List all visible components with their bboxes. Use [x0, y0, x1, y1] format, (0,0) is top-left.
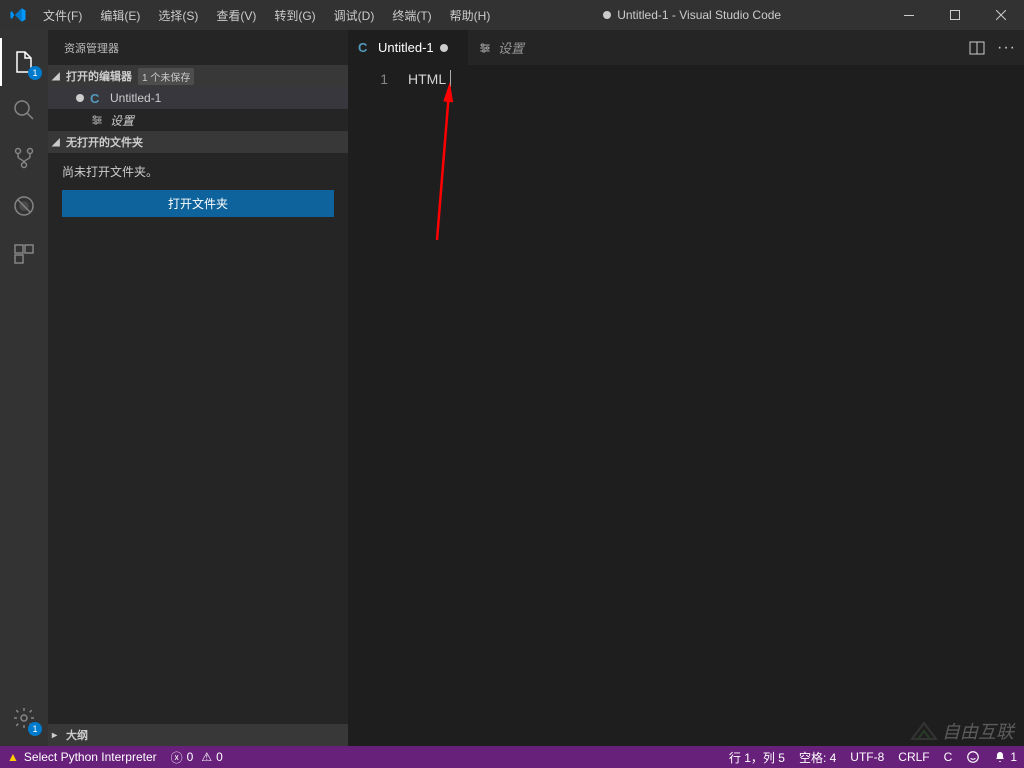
status-cursor[interactable]: 行 1，列 5	[722, 746, 792, 768]
close-button[interactable]	[978, 0, 1024, 30]
open-editors-label: 打开的编辑器	[66, 68, 132, 84]
status-encoding[interactable]: UTF-8	[843, 746, 891, 768]
error-icon: ⓧ	[171, 749, 183, 766]
status-problems[interactable]: ⓧ 0 ⚠ 0	[164, 746, 230, 768]
split-editor-icon[interactable]	[969, 40, 985, 56]
vscode-logo-icon	[0, 6, 35, 24]
activity-extensions[interactable]	[0, 230, 48, 278]
open-editors-header[interactable]: ◢ 打开的编辑器 1 个未保存	[48, 65, 348, 87]
warning-icon: ⚠	[201, 750, 212, 764]
menu-edit[interactable]: 编辑(E)	[92, 3, 148, 28]
menu-file[interactable]: 文件(F)	[35, 3, 90, 28]
c-file-icon: C	[90, 91, 104, 106]
open-editor-item[interactable]: 设置	[48, 109, 348, 131]
status-interpreter-label: Select Python Interpreter	[24, 750, 157, 764]
menu-help[interactable]: 帮助(H)	[442, 3, 499, 28]
settings-icon	[90, 113, 104, 127]
error-count: 0	[187, 750, 194, 764]
tab-untitled[interactable]: C Untitled-1	[348, 30, 468, 65]
status-feedback[interactable]	[959, 746, 987, 768]
no-folder-message: 尚未打开文件夹。	[62, 163, 334, 180]
activity-explorer[interactable]: 1	[0, 38, 48, 86]
sidebar-title: 资源管理器	[48, 30, 348, 65]
tab-label: Untitled-1	[378, 40, 434, 55]
chevron-down-icon: ◢	[52, 71, 64, 82]
chevron-down-icon: ◢	[52, 137, 64, 148]
window-controls	[886, 0, 1024, 30]
settings-icon	[478, 41, 492, 55]
activity-bar: 1 1	[0, 30, 48, 746]
status-spaces[interactable]: 空格: 4	[792, 746, 843, 768]
explorer-badge: 1	[28, 66, 42, 80]
line-gutter: 1	[348, 65, 408, 746]
file-name: 设置	[110, 112, 134, 129]
warning-icon: ▲	[7, 750, 19, 764]
window-title-text: Untitled-1 - Visual Studio Code	[617, 8, 781, 22]
outline-header[interactable]: ▸ 大纲	[48, 724, 348, 746]
activity-settings[interactable]: 1	[0, 694, 48, 742]
file-name: Untitled-1	[110, 91, 161, 105]
chevron-right-icon: ▸	[52, 730, 64, 741]
menu-view[interactable]: 查看(V)	[208, 3, 264, 28]
c-file-icon: C	[358, 40, 372, 55]
statusbar: ▲ Select Python Interpreter ⓧ 0 ⚠ 0 行 1，列 …	[0, 746, 1024, 768]
notification-count: 1	[1010, 750, 1017, 764]
tab-bar: C Untitled-1 设置 ···	[348, 30, 1024, 65]
watermark: 自由互联	[910, 718, 1014, 744]
line-number: 1	[348, 69, 388, 89]
activity-debug[interactable]	[0, 182, 48, 230]
more-icon[interactable]: ···	[997, 39, 1016, 57]
watermark-text: 自由互联	[942, 718, 1014, 744]
editor-area: C Untitled-1 设置 ··· 1 HTML	[348, 30, 1024, 746]
code-line: HTML	[408, 69, 1024, 89]
tab-actions: ···	[961, 30, 1024, 65]
status-python-interpreter[interactable]: ▲ Select Python Interpreter	[0, 746, 164, 768]
open-editor-item[interactable]: C Untitled-1	[48, 87, 348, 109]
maximize-button[interactable]	[932, 0, 978, 30]
code-area[interactable]: HTML	[408, 65, 1024, 746]
menu-terminal[interactable]: 终端(T)	[384, 3, 439, 28]
menu-goto[interactable]: 转到(G)	[266, 3, 323, 28]
warning-count: 0	[216, 750, 223, 764]
status-notifications[interactable]: 1	[987, 746, 1024, 768]
unsaved-tag: 1 个未保存	[138, 68, 194, 85]
activity-search[interactable]	[0, 86, 48, 134]
modified-dot-icon	[440, 44, 448, 52]
minimize-button[interactable]	[886, 0, 932, 30]
status-eol[interactable]: CRLF	[891, 746, 936, 768]
modified-dot-icon	[603, 11, 611, 19]
settings-badge: 1	[28, 722, 42, 736]
menu-bar: 文件(F) 编辑(E) 选择(S) 查看(V) 转到(G) 调试(D) 终端(T…	[35, 3, 498, 28]
tab-label: 设置	[498, 38, 524, 57]
editor-content[interactable]: 1 HTML	[348, 65, 1024, 746]
no-folder-body: 尚未打开文件夹。 打开文件夹	[48, 153, 348, 227]
open-folder-button[interactable]: 打开文件夹	[62, 190, 334, 217]
menu-debug[interactable]: 调试(D)	[326, 3, 383, 28]
titlebar: 文件(F) 编辑(E) 选择(S) 查看(V) 转到(G) 调试(D) 终端(T…	[0, 0, 1024, 30]
tab-settings[interactable]: 设置	[468, 30, 588, 65]
no-folder-label: 无打开的文件夹	[66, 134, 143, 150]
outline-label: 大纲	[66, 727, 88, 743]
modified-dot-icon	[76, 94, 84, 102]
no-folder-header[interactable]: ◢ 无打开的文件夹	[48, 131, 348, 153]
sidebar: 资源管理器 ◢ 打开的编辑器 1 个未保存 C Untitled-1 设置 ◢ …	[48, 30, 348, 746]
menu-select[interactable]: 选择(S)	[150, 3, 206, 28]
window-title: Untitled-1 - Visual Studio Code	[498, 8, 886, 22]
status-language[interactable]: C	[937, 746, 960, 768]
activity-source-control[interactable]	[0, 134, 48, 182]
